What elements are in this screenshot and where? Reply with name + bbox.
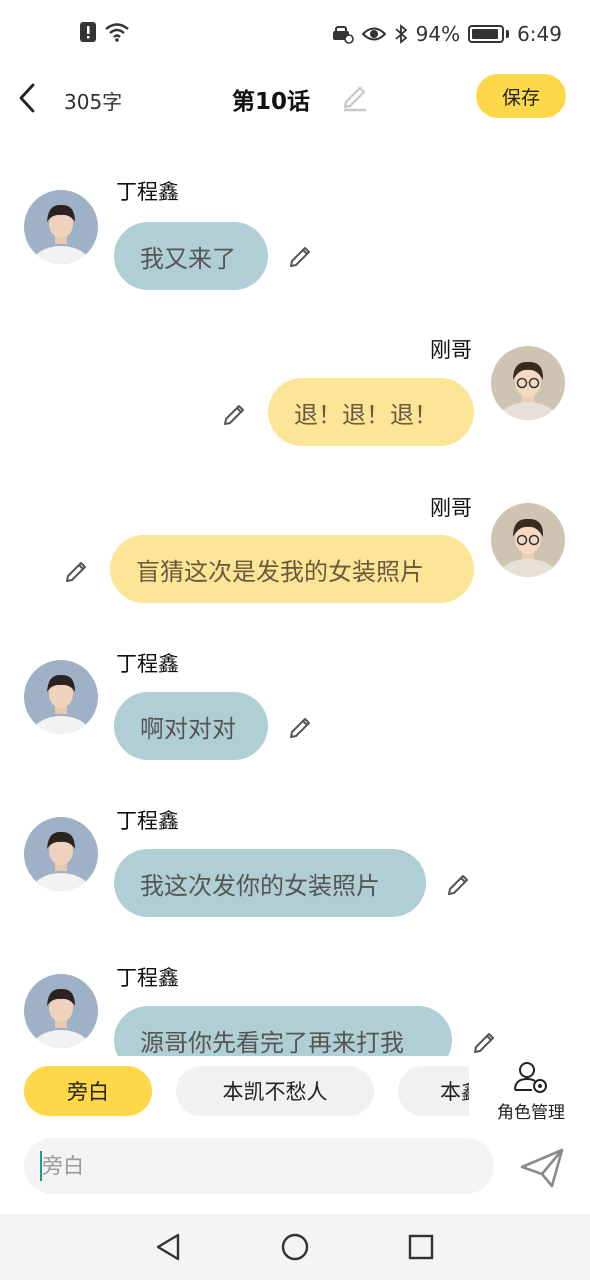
pencil-icon [290, 247, 310, 267]
avatar-gangge[interactable] [491, 346, 565, 420]
message-bubble[interactable]: 盲猜这次是发我的女装照片 [110, 535, 474, 603]
nav-recents-button[interactable] [404, 1230, 438, 1264]
edit-message-button[interactable] [288, 713, 314, 739]
battery-percent: 94% [415, 22, 461, 46]
role-chip[interactable]: 本凯不愁人 [176, 1066, 374, 1116]
edit-message-button[interactable] [472, 1028, 498, 1054]
role-management-button[interactable]: 角色管理 [490, 1058, 572, 1123]
avatar-image [491, 503, 565, 577]
role-chip[interactable]: 本鑫 [398, 1066, 469, 1116]
avatar-dingchengxin[interactable] [24, 817, 98, 891]
chapter-title: 第10话 [232, 89, 311, 115]
send-button[interactable] [518, 1146, 566, 1190]
save-button[interactable]: 保存 [476, 74, 566, 118]
avatar-dingchengxin[interactable] [24, 190, 98, 264]
pencil-icon [224, 405, 244, 425]
system-nav-bar [0, 1214, 590, 1280]
message-bubble[interactable]: 我这次发你的女装照片 [114, 849, 426, 917]
circle-home-icon [281, 1233, 309, 1261]
status-left [80, 22, 130, 42]
pencil-icon [66, 562, 86, 582]
user-settings-icon [514, 1062, 547, 1093]
sender-name: 丁程鑫 [116, 809, 179, 833]
pencil-icon [448, 875, 468, 895]
triangle-back-icon [156, 1233, 180, 1261]
message-bubble[interactable]: 我又来了 [114, 222, 268, 290]
avatar-image [24, 817, 98, 891]
role-chip-narrator[interactable]: 旁白 [24, 1066, 152, 1116]
sender-name: 丁程鑫 [116, 966, 179, 990]
sender-name: 刚哥 [430, 496, 472, 520]
avatar-image [24, 974, 98, 1048]
eye-icon [361, 27, 386, 41]
avatar-image [491, 346, 565, 420]
status-bar: 94% 6:49 [0, 0, 590, 72]
chevron-left-icon [19, 83, 35, 113]
message-input[interactable] [24, 1138, 494, 1194]
role-chip-list[interactable]: 旁白 本凯不愁人 本鑫 [24, 1066, 469, 1118]
square-recents-icon [408, 1234, 434, 1260]
pencil-icon [343, 86, 366, 112]
message-bubble[interactable]: 退！退！退！ [268, 378, 474, 446]
word-count: 305字 [64, 90, 123, 114]
avatar-dingchengxin[interactable] [24, 660, 98, 734]
avatar-image [24, 660, 98, 734]
battery-tip [506, 30, 510, 38]
chat-area[interactable]: 丁程鑫 我又来了 刚哥 退！退！退！ 刚哥 盲猜这次是发我的女装照片 丁程鑫 啊… [0, 130, 590, 1056]
sender-name: 丁程鑫 [116, 180, 179, 204]
status-right: 94% 6:49 [332, 22, 562, 46]
message-bubble[interactable]: 啊对对对 [114, 692, 268, 760]
wifi-icon [105, 23, 129, 42]
message-bubble[interactable]: 源哥你先看完了再来打我 [114, 1006, 452, 1056]
top-nav: 305字 第10话 保存 [0, 72, 590, 124]
avatar-dingchengxin[interactable] [24, 974, 98, 1048]
battery-icon [468, 25, 505, 43]
nav-home-button[interactable] [278, 1230, 312, 1264]
edit-message-button[interactable] [446, 870, 472, 896]
text-caret [40, 1151, 42, 1181]
edit-message-button[interactable] [64, 557, 90, 583]
bluetooth-icon [395, 24, 408, 44]
clock: 6:49 [517, 22, 562, 46]
send-icon [520, 1148, 564, 1188]
role-bar: 旁白 本凯不愁人 本鑫 角色管理 [0, 1058, 590, 1130]
edit-title-button[interactable] [340, 82, 368, 116]
back-button[interactable] [10, 78, 44, 118]
avatar-gangge[interactable] [491, 503, 565, 577]
alert-icon [80, 22, 96, 42]
composer [0, 1138, 590, 1198]
nav-back-button[interactable] [152, 1230, 186, 1264]
pencil-icon [474, 1033, 494, 1053]
role-management-label: 角色管理 [497, 1103, 565, 1123]
car-mode-icon [332, 26, 354, 44]
sender-name: 丁程鑫 [116, 652, 179, 676]
pencil-icon [290, 718, 310, 738]
sender-name: 刚哥 [430, 338, 472, 362]
edit-message-button[interactable] [222, 400, 248, 426]
edit-message-button[interactable] [288, 242, 314, 268]
avatar-image [24, 190, 98, 264]
